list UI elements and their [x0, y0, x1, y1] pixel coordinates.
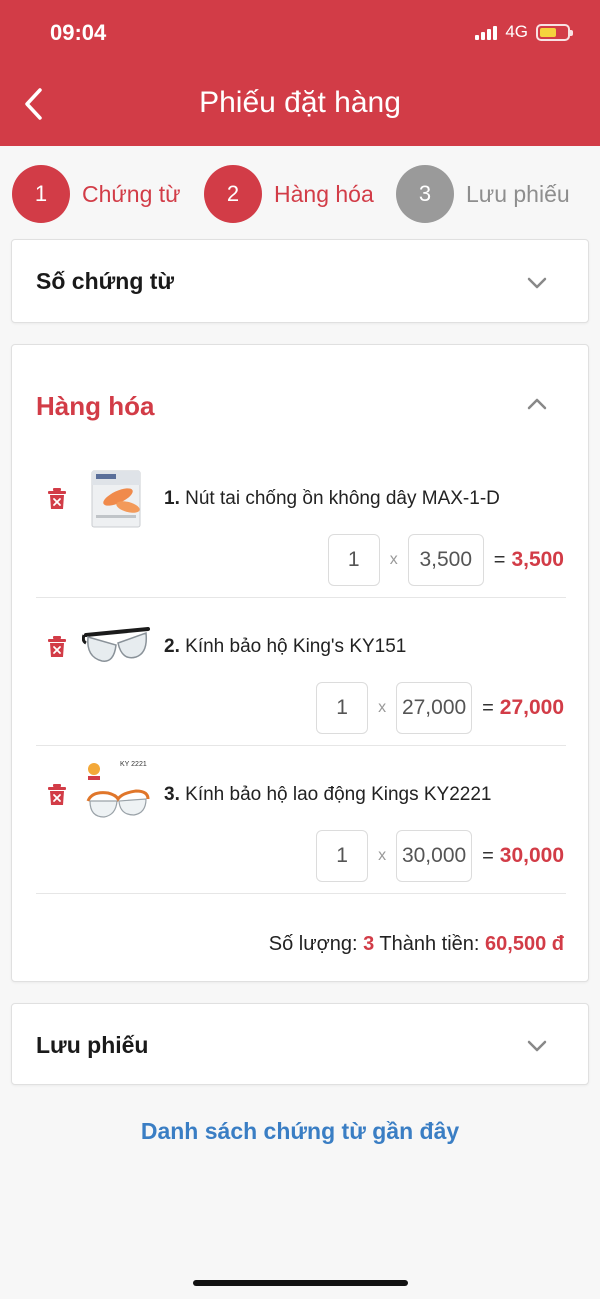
- equals-symbol: =: [482, 696, 494, 719]
- step-label: Hàng hóa: [274, 180, 374, 207]
- status-time: 09:04: [50, 20, 107, 45]
- section-title: Lưu phiếu: [36, 1032, 149, 1058]
- item-name: 2. Kính bảo hộ King's KY151: [164, 636, 406, 658]
- item-name-text: Nút tai chống ồn không dây MAX-1-D: [185, 488, 500, 509]
- thumbnail-caption: KY 2221: [120, 761, 147, 768]
- trash-icon[interactable]: [48, 488, 66, 510]
- item-calculation: 1 x 30,000 = 30,000: [316, 830, 564, 882]
- order-summary: Số lượng: 3 Thành tiền: 60,500 đ: [269, 933, 564, 956]
- times-symbol: x: [389, 551, 398, 568]
- stepper: 1 Chứng từ 2 Hàng hóa 3 Lưu phiếu: [12, 165, 592, 225]
- safety-glasses-thumbnail: [82, 627, 150, 662]
- item-index: 2.: [164, 636, 180, 657]
- times-symbol: x: [378, 699, 387, 716]
- item-calculation: 1 x 27,000 = 27,000: [316, 682, 564, 734]
- document-number-section[interactable]: Số chứng từ: [11, 239, 589, 323]
- quantity-field[interactable]: 1: [316, 830, 369, 882]
- list-item: 2. Kính bảo hộ King's KY151 1 x 27,000 =…: [34, 609, 564, 739]
- divider: [36, 893, 566, 894]
- item-index: 3.: [164, 784, 180, 805]
- safety-glasses-thumbnail: KY 2221: [82, 759, 152, 829]
- recent-documents-link[interactable]: Danh sách chứng từ gần đây: [0, 1118, 600, 1145]
- line-total: 27,000: [499, 696, 564, 719]
- step-save[interactable]: 3 Lưu phiếu: [396, 165, 570, 223]
- quantity-value: 3: [363, 933, 375, 955]
- goods-section: Hàng hóa 1. Nút tai chống ồn không dây M…: [11, 344, 589, 982]
- section-title: Số chứng từ: [36, 268, 175, 294]
- amount-label: Thành tiền:: [379, 933, 480, 955]
- item-name-text: Kính bảo hộ King's KY151: [185, 636, 407, 657]
- chevron-up-icon[interactable]: [526, 397, 548, 411]
- step-number: 3: [396, 165, 454, 223]
- battery-icon: [536, 23, 573, 41]
- item-index: 1.: [164, 488, 180, 509]
- step-number: 2: [204, 165, 262, 223]
- trash-icon[interactable]: [48, 636, 66, 658]
- chevron-down-icon[interactable]: [526, 1039, 548, 1053]
- list-item: 1. Nút tai chống ồn không dây MAX-1-D 1 …: [34, 461, 564, 591]
- equals-symbol: =: [482, 844, 494, 867]
- step-label: Chứng từ: [82, 180, 181, 207]
- divider: [36, 597, 566, 598]
- step-label: Lưu phiếu: [466, 180, 570, 207]
- app-header: 09:04 4G Phiếu đặt hàng: [0, 0, 600, 146]
- list-item: KY 2221 3. Kính bảo hộ lao động Kings KY…: [34, 757, 564, 887]
- signal-icon: [475, 24, 498, 40]
- home-indicator[interactable]: [193, 1280, 408, 1286]
- page-title: Phiếu đặt hàng: [199, 86, 401, 119]
- line-total: 3,500: [511, 548, 564, 571]
- amount-value: 60,500 đ: [485, 933, 564, 955]
- network-type: 4G: [505, 22, 528, 41]
- price-field[interactable]: 27,000: [396, 682, 473, 734]
- step-goods[interactable]: 2 Hàng hóa: [204, 165, 374, 223]
- quantity-field[interactable]: 1: [327, 534, 380, 586]
- glasses-image: [86, 763, 150, 818]
- quantity-label: Số lượng:: [268, 933, 358, 955]
- price-field[interactable]: 30,000: [396, 830, 473, 882]
- times-symbol: x: [378, 847, 387, 864]
- chevron-down-icon[interactable]: [526, 276, 548, 290]
- status-indicators: 4G: [475, 22, 573, 42]
- item-name: 1. Nút tai chống ồn không dây MAX-1-D: [164, 488, 500, 510]
- item-name: 3. Kính bảo hộ lao động Kings KY2221: [164, 784, 492, 806]
- item-calculation: 1 x 3,500 = 3,500: [327, 534, 564, 586]
- equals-symbol: =: [493, 548, 506, 571]
- step-documents[interactable]: 1 Chứng từ: [12, 165, 181, 223]
- price-field[interactable]: 3,500: [407, 534, 484, 586]
- trash-icon[interactable]: [48, 784, 66, 806]
- section-title: Hàng hóa: [36, 391, 155, 421]
- step-number: 1: [12, 165, 70, 223]
- quantity-field[interactable]: 1: [316, 682, 369, 734]
- item-name-text: Kính bảo hộ lao động Kings KY2221: [185, 784, 492, 805]
- divider: [36, 745, 566, 746]
- earplug-box-thumbnail: [91, 470, 141, 528]
- save-section[interactable]: Lưu phiếu: [11, 1003, 589, 1085]
- line-total: 30,000: [499, 844, 564, 867]
